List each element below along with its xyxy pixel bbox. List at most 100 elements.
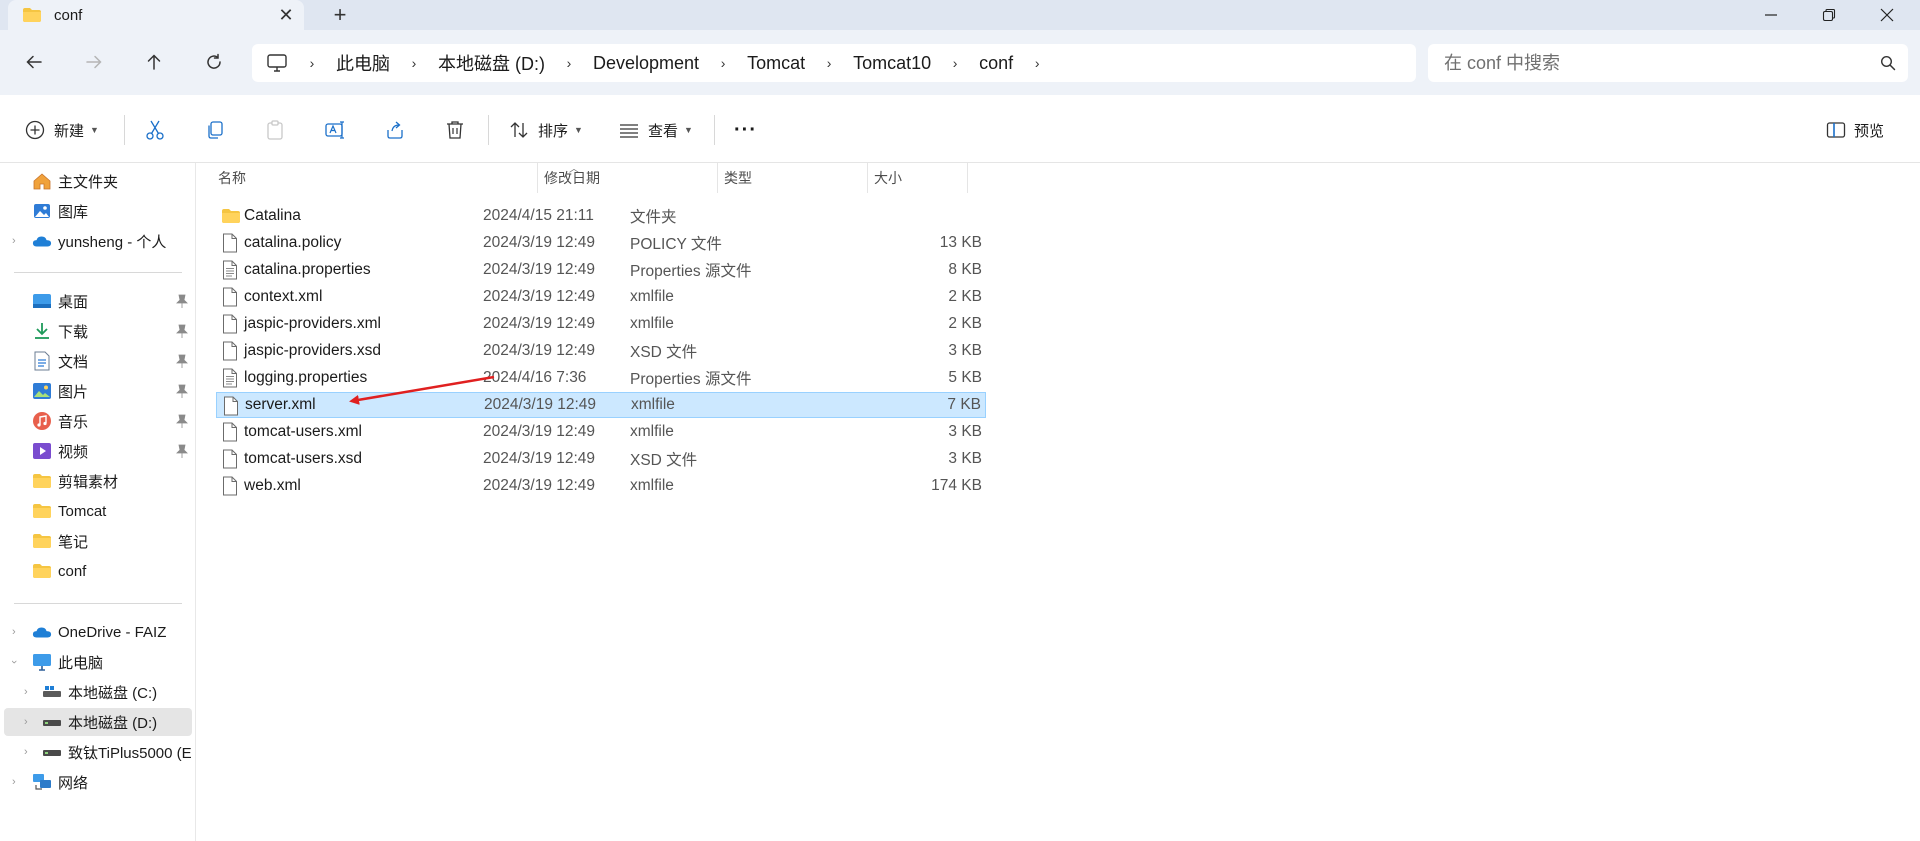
file-row[interactable]: catalina.policy 2024/3/19 12:49 POLICY 文件 1…: [216, 230, 986, 256]
chevron-right-icon[interactable]: ›: [12, 626, 16, 638]
sidebar-item-onedrive-faiz[interactable]: › OneDrive - FAIZ: [0, 618, 192, 646]
column-header-type[interactable]: 类型: [718, 163, 858, 193]
sidebar-item-label: 下载: [58, 323, 89, 341]
file-row[interactable]: jaspic-providers.xsd 2024/3/19 12:49 XSD 文…: [216, 338, 986, 364]
minimize-button[interactable]: [1742, 0, 1800, 30]
pin-icon: [176, 324, 188, 338]
file-name: Catalina: [244, 207, 301, 224]
chevron-right-icon[interactable]: ›: [12, 235, 16, 247]
up-arrow-icon: [147, 54, 161, 70]
column-header-date[interactable]: 修改日期: [538, 163, 683, 193]
cut-button[interactable]: [144, 113, 166, 147]
close-icon: [1880, 8, 1894, 22]
up-button[interactable]: [134, 44, 174, 80]
more-options-button[interactable]: ···: [734, 113, 757, 147]
sort-button-label: 排序: [538, 122, 569, 140]
back-button[interactable]: [14, 44, 54, 80]
sidebar-item-music[interactable]: 音乐: [0, 407, 192, 435]
sidebar-item-drive-c[interactable]: › 本地磁盘 (C:): [0, 678, 192, 706]
breadcrumb-tomcat[interactable]: Tomcat: [733, 53, 819, 74]
chevron-right-icon[interactable]: ›: [24, 746, 28, 758]
chevron-right-icon[interactable]: ›: [24, 686, 28, 698]
file-icon: [222, 287, 238, 307]
search-icon[interactable]: [1868, 45, 1908, 81]
folder-icon: [32, 562, 52, 580]
sidebar-item-this-pc[interactable]: › 此电脑: [0, 648, 192, 676]
sidebar-item-documents[interactable]: 文档: [0, 347, 192, 375]
sidebar-item-videos[interactable]: 视频: [0, 437, 192, 465]
column-divider[interactable]: [967, 163, 968, 193]
breadcrumb-tomcat10[interactable]: Tomcat10: [839, 53, 945, 74]
chevron-down-icon[interactable]: ›: [8, 660, 20, 664]
sidebar-item-pictures[interactable]: 图片: [0, 377, 192, 405]
file-name: context.xml: [244, 288, 323, 305]
breadcrumb-drive-d[interactable]: 本地磁盘 (D:): [424, 50, 559, 76]
address-bar[interactable]: › 此电脑 › 本地磁盘 (D:) › Development › Tomcat…: [252, 44, 1416, 82]
folder-icon: [32, 472, 52, 490]
breadcrumb-conf[interactable]: conf: [965, 53, 1027, 74]
file-name: logging.properties: [244, 369, 368, 386]
sort-button[interactable]: 排序 ▼: [508, 113, 583, 147]
new-tab-button[interactable]: +: [322, 2, 358, 28]
refresh-button[interactable]: [194, 44, 234, 80]
restore-button[interactable]: [1800, 0, 1858, 30]
view-button-label: 查看: [648, 122, 679, 140]
chevron-right-icon[interactable]: ›: [12, 776, 16, 788]
sidebar-item-desktop[interactable]: 桌面: [0, 287, 192, 315]
file-row[interactable]: server.xml 2024/3/19 12:49 xmlfile 7 KB: [216, 392, 986, 418]
file-row[interactable]: web.xml 2024/3/19 12:49 xmlfile 174 KB: [216, 473, 986, 499]
file-size: 13 KB: [939, 234, 982, 251]
sidebar-item-notes[interactable]: 笔记: [0, 527, 192, 555]
sidebar-item-conf[interactable]: conf: [0, 557, 192, 585]
search-box[interactable]: [1428, 44, 1908, 82]
breadcrumb-development[interactable]: Development: [579, 53, 713, 74]
breadcrumb-separator[interactable]: ›: [1027, 55, 1047, 71]
sidebar-item-gallery[interactable]: 图库: [0, 197, 192, 225]
forward-arrow-icon: [86, 55, 102, 69]
close-window-button[interactable]: [1858, 0, 1916, 30]
rename-button[interactable]: [324, 113, 346, 147]
new-button[interactable]: 新建 ▼: [24, 113, 99, 147]
sidebar-item-tomcat[interactable]: Tomcat: [0, 497, 192, 525]
file-icon: [223, 396, 239, 416]
file-row[interactable]: context.xml 2024/3/19 12:49 xmlfile 2 KB: [216, 284, 986, 310]
search-input[interactable]: [1444, 52, 1868, 74]
download-icon: [32, 322, 52, 340]
copy-button[interactable]: [204, 113, 226, 147]
chevron-right-icon[interactable]: ›: [24, 716, 28, 728]
sidebar-item-home[interactable]: 主文件夹: [0, 167, 192, 195]
breadcrumb-separator: ›: [952, 55, 958, 71]
view-button[interactable]: 查看 ▼: [618, 113, 693, 147]
documents-icon: [32, 351, 52, 371]
paste-button[interactable]: [264, 113, 286, 147]
file-type: Properties 源文件: [630, 371, 752, 388]
file-row[interactable]: tomcat-users.xsd 2024/3/19 12:49 XSD 文件 3 K…: [216, 446, 986, 472]
sidebar-item-onedrive-personal[interactable]: › yunsheng - 个人: [0, 227, 192, 255]
sidebar-item-drive-d[interactable]: › 本地磁盘 (D:): [4, 708, 192, 736]
sort-icon: [510, 122, 528, 138]
breadcrumb-this-pc[interactable]: 此电脑: [322, 50, 404, 76]
onedrive-icon: [32, 232, 52, 250]
column-header-size[interactable]: 大小: [868, 163, 948, 193]
file-row[interactable]: logging.properties 2024/4/16 7:36 Properti…: [216, 365, 986, 391]
file-row[interactable]: jaspic-providers.xml 2024/3/19 12:49 xmlfi…: [216, 311, 986, 337]
file-date: 2024/3/19 12:49: [483, 315, 596, 332]
sidebar-item-editing-assets[interactable]: 剪辑素材: [0, 467, 192, 495]
close-tab-icon[interactable]: ✕: [268, 0, 304, 30]
sidebar-item-label: 笔记: [58, 533, 89, 551]
file-row[interactable]: Catalina 2024/4/15 21:11 文件夹: [216, 203, 986, 229]
file-list: ︿ 名称 修改日期 类型 大小 Catalina 2024/4/15 21:11 文…: [197, 163, 1920, 841]
file-row[interactable]: catalina.properties 2024/3/19 12:49 Proper…: [216, 257, 986, 283]
file-row[interactable]: tomcat-users.xml 2024/3/19 12:49 xmlfile 3 …: [216, 419, 986, 445]
sidebar-item-drive-e[interactable]: › 致钛TiPlus5000 (E: [0, 738, 192, 766]
sidebar-item-label: 图库: [58, 203, 89, 221]
delete-button[interactable]: [444, 113, 466, 147]
sidebar-item-downloads[interactable]: 下载: [0, 317, 192, 345]
sidebar-item-network[interactable]: › 网络: [0, 768, 192, 796]
column-header-name[interactable]: 名称: [212, 163, 532, 193]
share-button[interactable]: [384, 113, 406, 147]
forward-button[interactable]: [74, 44, 114, 80]
preview-pane-button[interactable]: 预览: [1826, 113, 1884, 147]
file-name: tomcat-users.xml: [244, 423, 362, 440]
tab-conf[interactable]: conf ✕: [8, 0, 304, 30]
